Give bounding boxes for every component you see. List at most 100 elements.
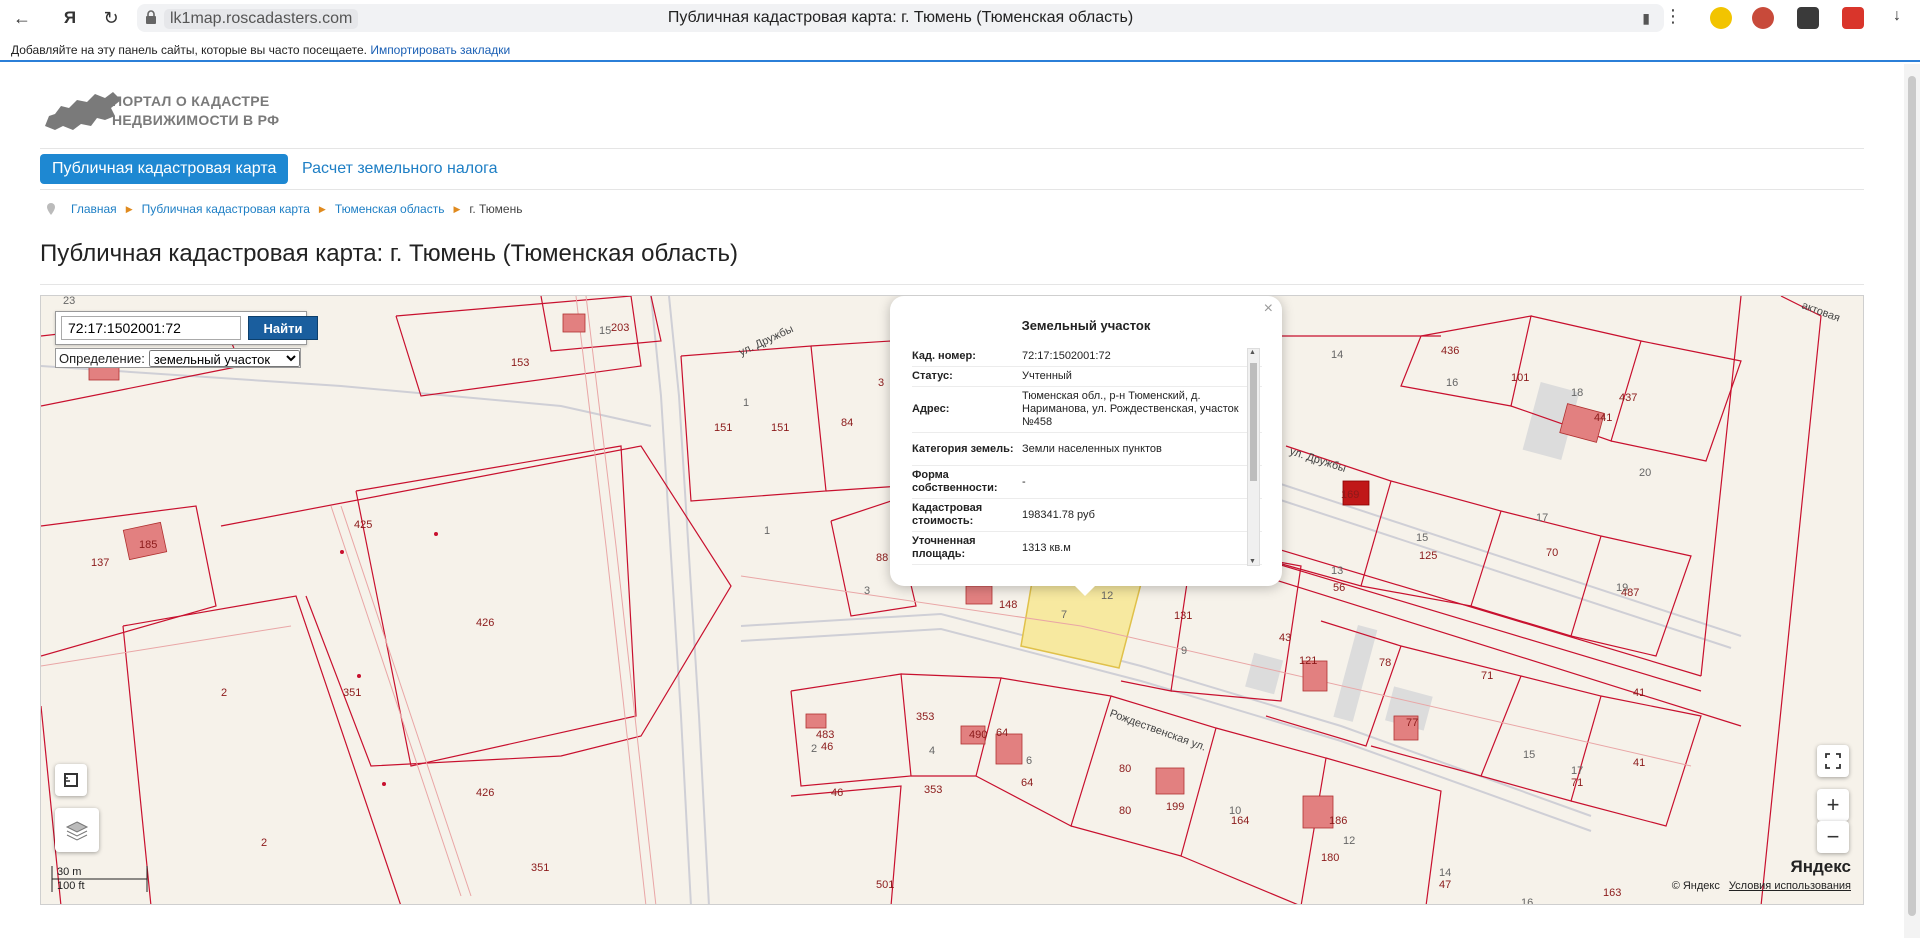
fullscreen-icon[interactable] [1817,745,1849,777]
terms-link[interactable]: Условия использования [1729,880,1851,892]
street-label: ул. Дружбы [737,323,795,359]
back-icon[interactable]: ← [10,6,34,30]
popup-scrollbar[interactable]: ▲ ▼ [1247,348,1260,566]
location-pin-icon [47,203,55,215]
search-button[interactable]: Найти [248,316,318,340]
svg-text:19: 19 [1616,582,1628,594]
yandex-logo[interactable]: Яндекс [1791,857,1851,877]
svg-text:12: 12 [1101,590,1113,602]
svg-text:78: 78 [1379,657,1391,669]
reload-icon[interactable]: ↻ [99,6,123,30]
zoom-in-button[interactable]: + [1817,789,1849,821]
zoom-out-button[interactable]: − [1817,821,1849,853]
svg-text:2: 2 [261,837,267,849]
bookmark-icon[interactable]: ▮ [1642,10,1650,27]
extension-icon[interactable] [1710,7,1732,29]
cadastral-map[interactable]: 203 153 151 151 84 3 137 185 425 426 2 351 426 2 3… [40,295,1864,905]
svg-text:501: 501 [876,879,894,891]
svg-text:2: 2 [811,743,817,755]
import-bookmarks-link[interactable]: Импортировать закладки [370,43,510,57]
scale-meters: 30 m [57,866,82,878]
info-row: Кад. номер: 72:17:1502001:72 [912,347,1262,367]
bookmarks-bar: Добавляйте на эту панель сайты, которые … [0,38,1920,62]
svg-text:64: 64 [1021,777,1033,789]
svg-text:441: 441 [1594,412,1612,424]
info-key: Категория земель: [912,442,1014,455]
scale-feet: 100 ft [57,880,85,892]
info-value: - [1022,475,1026,488]
breadcrumb-separator-icon: ▶ [453,203,461,214]
svg-text:71: 71 [1571,777,1583,789]
cadastral-number-input[interactable] [61,316,241,340]
svg-text:1: 1 [743,397,749,409]
svg-text:203: 203 [611,322,629,334]
scroll-down-icon[interactable]: ▼ [1249,558,1256,565]
tab-title: Публичная кадастровая карта: г. Тюмень (… [667,9,1134,26]
svg-text:2: 2 [221,687,227,699]
tab-public-cadastral-map[interactable]: Публичная кадастровая карта [40,154,289,184]
logo-text[interactable]: ПОРТАЛ О КАДАСТРЕ НЕДВИЖИМОСТИ В РФ [112,92,279,130]
svg-text:436: 436 [1441,345,1459,357]
svg-text:425: 425 [354,519,372,531]
svg-text:46: 46 [831,787,843,799]
svg-text:17: 17 [1571,765,1583,777]
cadastral-search-panel: Найти [55,311,318,345]
svg-text:125: 125 [1419,550,1437,562]
svg-text:18: 18 [1571,387,1583,399]
svg-text:490: 490 [969,729,987,741]
svg-text:3: 3 [878,377,884,389]
layers-icon[interactable] [55,808,99,852]
lock-icon [146,10,156,24]
svg-text:4: 4 [929,745,935,757]
breadcrumb-region[interactable]: Тюменская область [335,202,445,216]
svg-text:353: 353 [924,784,942,796]
tab-land-tax[interactable]: Расчет земельного налога [302,154,498,184]
svg-text:64: 64 [996,727,1008,739]
address-bar[interactable]: lk1map.roscadasters.com Публичная кадаст… [137,4,1664,32]
definition-select[interactable]: земельный участок [148,349,300,367]
svg-text:185: 185 [139,539,157,551]
svg-text:148: 148 [999,599,1017,611]
svg-text:71: 71 [1481,670,1493,682]
popup-title: Земельный участок [1021,318,1151,333]
divider [40,284,1864,285]
download-icon[interactable]: ↓ [1886,7,1908,29]
close-icon[interactable]: × [1264,300,1273,318]
svg-text:23: 23 [63,296,75,307]
logo-line-1: ПОРТАЛ О КАДАСТРЕ [112,93,270,109]
breadcrumb: Главная ▶ Публичная кадастровая карта ▶ … [46,202,522,216]
info-row: Уточненная площадь: 1313 кв.м [912,532,1262,565]
url-text[interactable]: lk1map.roscadasters.com [164,9,359,29]
svg-text:101: 101 [1511,372,1529,384]
svg-text:3: 3 [864,585,870,597]
breadcrumb-home[interactable]: Главная [71,202,117,216]
extension-icon[interactable] [1797,7,1819,29]
breadcrumb-map[interactable]: Публичная кадастровая карта [142,202,310,216]
yandex-browser-icon[interactable]: Я [58,6,82,30]
page-scrollbar[interactable] [1904,64,1920,938]
ruler-icon[interactable] [55,764,87,796]
more-icon[interactable]: ⋮ [1664,6,1682,27]
extension-icon[interactable] [1842,7,1864,29]
svg-text:17: 17 [1536,512,1548,524]
street-label: Рождественская ул. [1108,708,1208,754]
info-value: 72:17:1502001:72 [1022,350,1111,362]
svg-text:9: 9 [1181,645,1187,657]
main-nav: Публичная кадастровая карта Расчет земел… [40,148,1864,190]
info-value: Земли населенных пунктов [1022,442,1162,455]
info-value: Учтенный [1022,370,1072,382]
info-key: Кад. номер: [912,350,976,362]
info-key: Уточненная площадь: [912,535,976,560]
svg-text:137: 137 [91,557,109,569]
extension-icon[interactable] [1752,7,1774,29]
svg-text:153: 153 [511,357,529,369]
svg-text:7: 7 [1061,609,1067,621]
svg-text:426: 426 [476,787,494,799]
svg-text:437: 437 [1619,392,1637,404]
popup-pointer [1075,586,1095,596]
breadcrumb-separator-icon: ▶ [125,203,133,214]
svg-text:14: 14 [1331,349,1343,361]
svg-text:6: 6 [1026,755,1032,767]
scroll-up-icon[interactable]: ▲ [1249,349,1256,356]
svg-text:12: 12 [1343,835,1355,847]
